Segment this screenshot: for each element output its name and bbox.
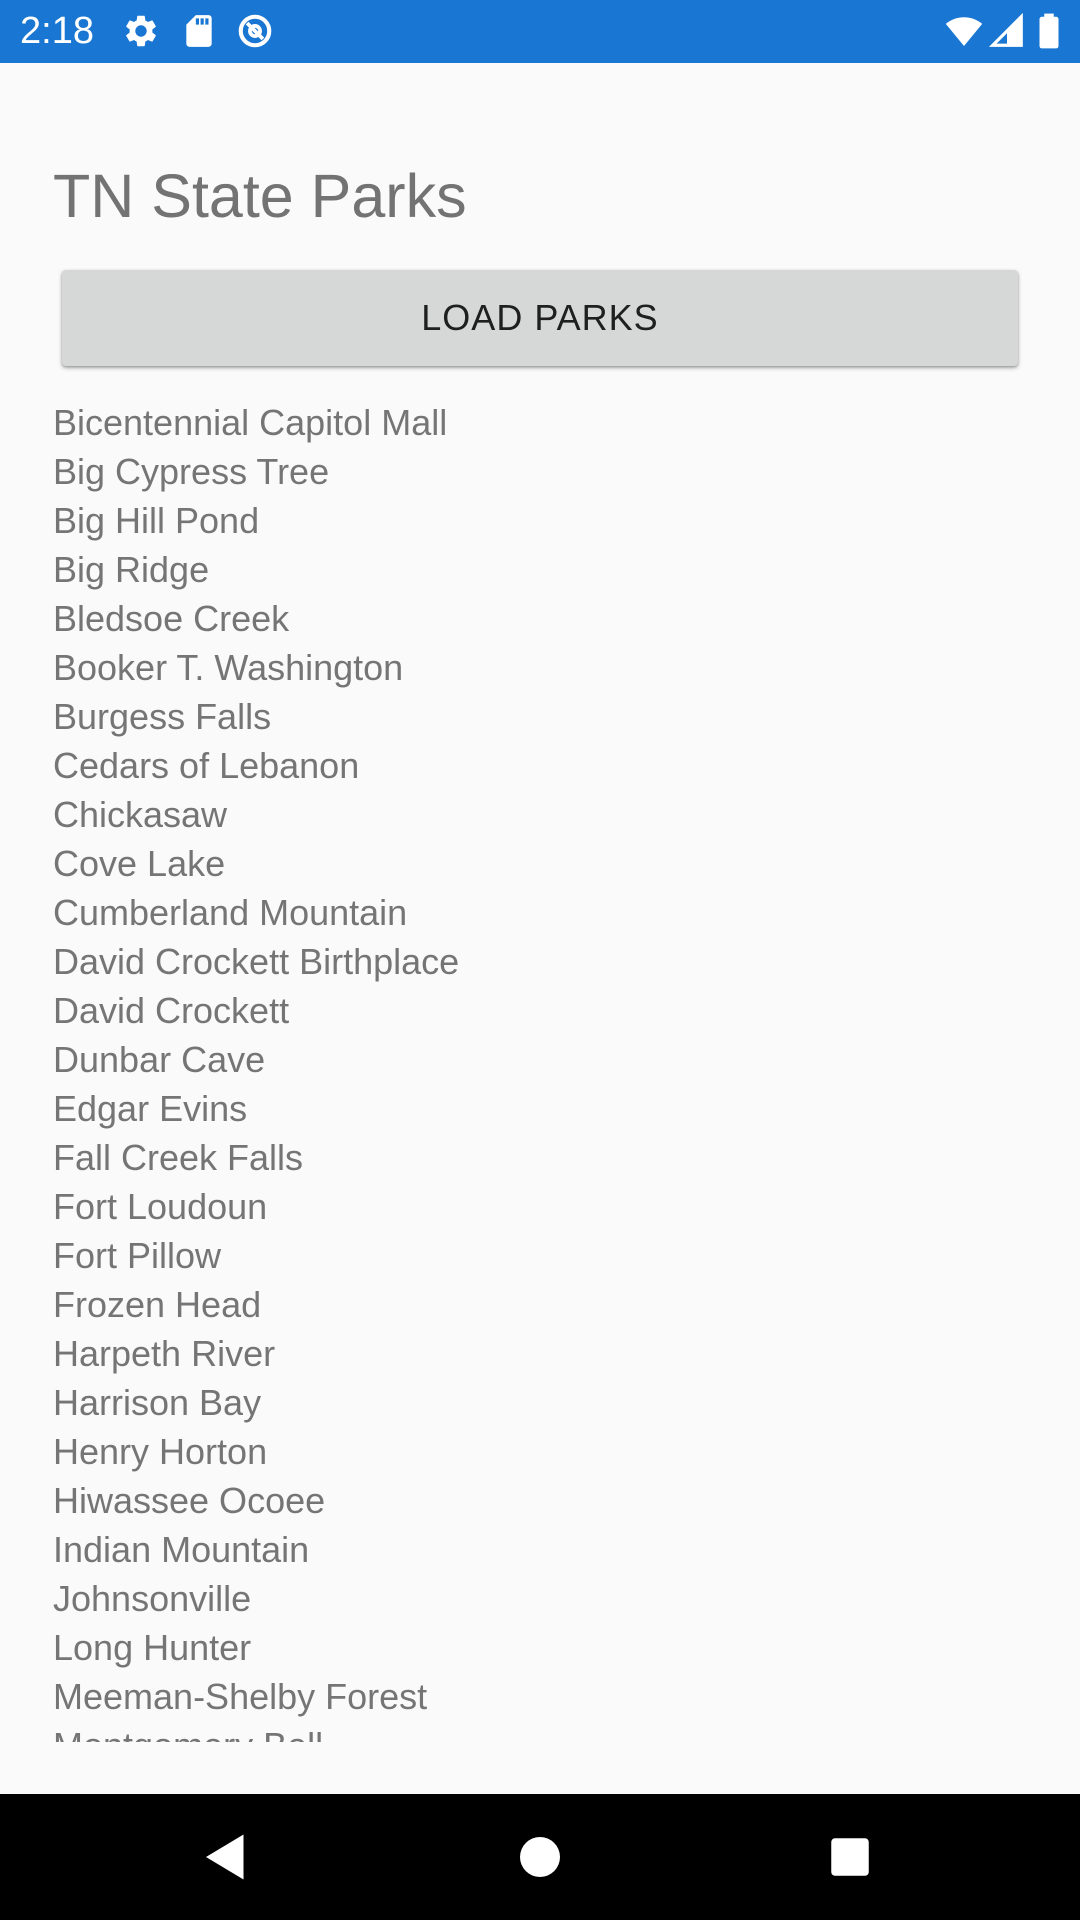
battery-icon (1039, 13, 1059, 49)
park-list-item[interactable]: Johnsonville (53, 1574, 1080, 1623)
park-list-item[interactable]: Cumberland Mountain (53, 888, 1080, 937)
park-list-item[interactable]: Montgomery Bell (53, 1721, 1080, 1742)
phone-screen: 2:18 TN State Parks LOAD PARKS Bicentenn… (0, 0, 1080, 1920)
page-title: TN State Parks (53, 162, 467, 230)
home-icon[interactable] (510, 1827, 570, 1887)
park-list-item[interactable]: Frozen Head (53, 1280, 1080, 1329)
status-bar: 2:18 (0, 0, 1080, 63)
park-list-item[interactable]: Cove Lake (53, 839, 1080, 888)
park-list-item[interactable]: Big Hill Pond (53, 496, 1080, 545)
navigation-bar (0, 1794, 1080, 1920)
park-list-item[interactable]: Long Hunter (53, 1623, 1080, 1672)
park-list-item[interactable]: Bicentennial Capitol Mall (53, 398, 1080, 447)
at-sign-icon (238, 14, 272, 48)
park-list-item[interactable]: Dunbar Cave (53, 1035, 1080, 1084)
park-list-item[interactable]: Fort Pillow (53, 1231, 1080, 1280)
park-list-item[interactable]: Bledsoe Creek (53, 594, 1080, 643)
park-list-item[interactable]: Harrison Bay (53, 1378, 1080, 1427)
sd-card-icon (186, 15, 212, 47)
park-list-scroll[interactable]: Bicentennial Capitol Mall Big Cypress Tre… (0, 398, 1080, 1742)
status-time: 2:18 (20, 10, 94, 52)
park-list-item[interactable]: Henry Horton (53, 1427, 1080, 1476)
park-list-item[interactable]: David Crockett (53, 986, 1080, 1035)
park-list-item[interactable]: Cedars of Lebanon (53, 741, 1080, 790)
park-list-item[interactable]: Fort Loudoun (53, 1182, 1080, 1231)
park-list-item[interactable]: Harpeth River (53, 1329, 1080, 1378)
recents-icon[interactable] (820, 1827, 880, 1887)
park-list-item[interactable]: Booker T. Washington (53, 643, 1080, 692)
cell-signal-icon (988, 12, 1023, 47)
park-list-item[interactable]: Burgess Falls (53, 692, 1080, 741)
load-parks-button[interactable]: LOAD PARKS (62, 270, 1018, 366)
park-list-item[interactable]: Meeman-Shelby Forest (53, 1672, 1080, 1721)
park-list-item[interactable]: Chickasaw (53, 790, 1080, 839)
park-list: Bicentennial Capitol Mall Big Cypress Tre… (0, 398, 1080, 1742)
park-list-item[interactable]: David Crockett Birthplace (53, 937, 1080, 986)
park-list-item[interactable]: Big Cypress Tree (53, 447, 1080, 496)
park-list-item[interactable]: Edgar Evins (53, 1084, 1080, 1133)
park-list-item[interactable]: Big Ridge (53, 545, 1080, 594)
back-icon[interactable] (196, 1827, 256, 1887)
gear-icon (126, 15, 156, 47)
park-list-item[interactable]: Fall Creek Falls (53, 1133, 1080, 1182)
wifi-icon (945, 17, 983, 47)
park-list-item[interactable]: Indian Mountain (53, 1525, 1080, 1574)
park-list-item[interactable]: Hiwassee Ocoee (53, 1476, 1080, 1525)
